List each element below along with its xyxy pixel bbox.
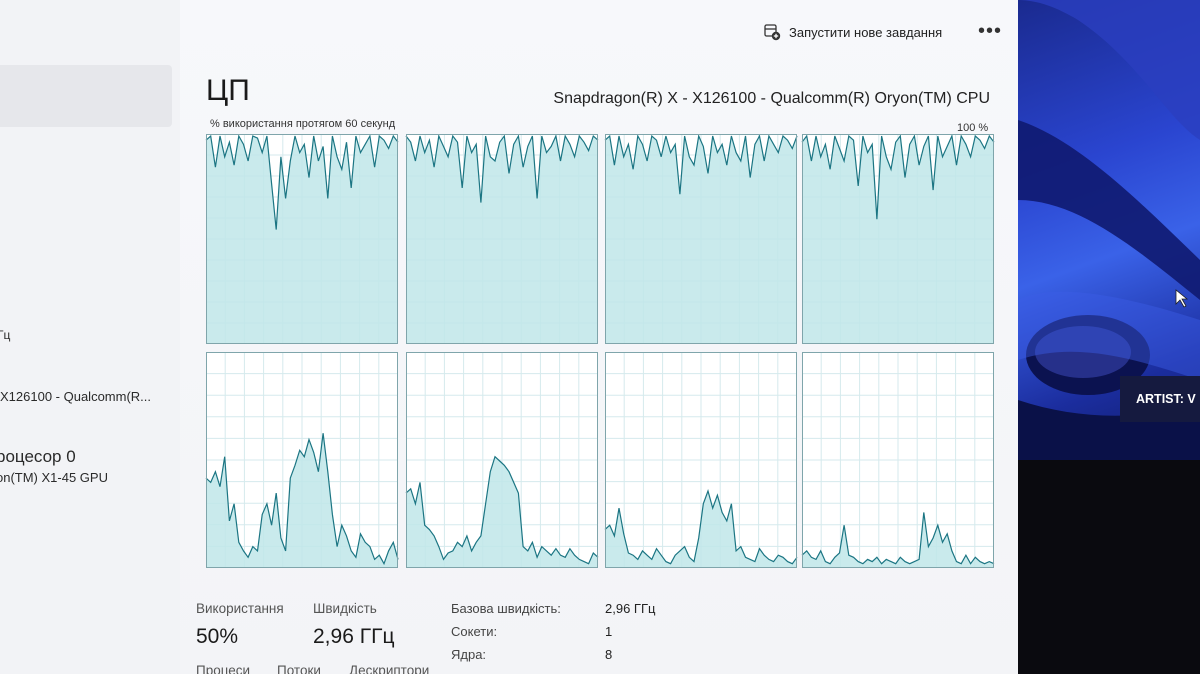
usage-label: Використання xyxy=(196,601,284,616)
task-manager-window: Гц X126100 - Qualcomm(R... роцесор 0 on(… xyxy=(0,0,1018,674)
base-speed-label: Базова швидкість: xyxy=(451,601,561,616)
cpu-core-graphs xyxy=(205,133,995,568)
core-usage-area xyxy=(206,136,398,344)
desktop-dark-area xyxy=(1018,460,1200,674)
core-graph-7 xyxy=(604,352,798,568)
handles-label: Дескриптори xyxy=(349,663,430,674)
artist-overlay-label: ARTIST: V xyxy=(1120,376,1200,422)
threads-label: Потоки xyxy=(277,663,321,674)
cores-label: Ядра: xyxy=(451,647,487,662)
processes-label: Процеси xyxy=(196,663,251,674)
core-graph-3 xyxy=(604,133,798,344)
core-graph-8 xyxy=(801,352,995,568)
core-graph-5 xyxy=(205,352,399,568)
core-graph-4 xyxy=(801,133,995,344)
usage-value: 50% xyxy=(196,625,239,648)
sockets-value: 1 xyxy=(605,624,613,639)
mouse-cursor-icon xyxy=(1175,289,1189,308)
speed-value: 2,96 ГГц xyxy=(313,625,395,648)
cores-value: 8 xyxy=(605,647,613,662)
core-graph-2 xyxy=(405,133,599,344)
base-speed-value: 2,96 ГГц xyxy=(605,601,656,616)
core-graph-1 xyxy=(205,134,399,344)
speed-label: Швидкість xyxy=(313,601,377,616)
sockets-label: Сокети: xyxy=(451,624,498,639)
core-usage-area xyxy=(406,136,598,344)
core-graph-6 xyxy=(405,352,599,568)
